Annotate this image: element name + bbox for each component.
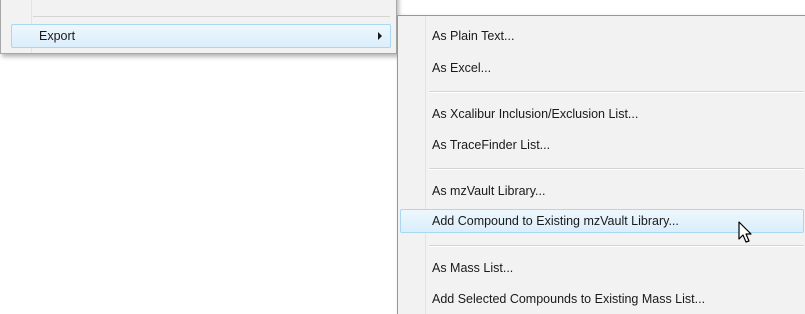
menu-item-as-plain-text[interactable]: As Plain Text...	[400, 24, 804, 48]
menu-item-label: Add Compound to Existing mzVault Library…	[432, 214, 679, 228]
context-menu: Export	[0, 0, 397, 54]
menu-item-label: As Excel...	[432, 61, 492, 75]
menu-item-label: As Plain Text...	[432, 29, 515, 43]
menu-item-as-tracefinder-list[interactable]: As TraceFinder List...	[400, 133, 804, 157]
chevron-right-icon	[378, 32, 382, 40]
menu-item-label: As Mass List...	[432, 261, 514, 275]
menu-separator	[33, 16, 390, 17]
menu-item-as-excel[interactable]: As Excel...	[400, 56, 804, 80]
menu-item-export[interactable]: Export	[11, 24, 391, 48]
menu-item-label: As mzVault Library...	[432, 184, 546, 198]
menu-item-label: As TraceFinder List...	[432, 138, 551, 152]
export-submenu: As Plain Text... As Excel... As Xcalibur…	[397, 15, 805, 314]
screen: Export As Plain Text... As Excel... As X…	[0, 0, 805, 314]
menu-item-add-compound-to-mzvault[interactable]: Add Compound to Existing mzVault Library…	[400, 209, 804, 233]
menu-separator	[429, 91, 804, 93]
menu-item-as-mzvault-library[interactable]: As mzVault Library...	[400, 179, 804, 203]
menu-item-add-to-mass-list[interactable]: Add Selected Compounds to Existing Mass …	[400, 287, 804, 311]
menu-item-label: Add Selected Compounds to Existing Mass …	[432, 292, 706, 306]
menu-separator	[429, 245, 804, 247]
menu-item-as-mass-list[interactable]: As Mass List...	[400, 256, 804, 280]
menu-item-label: Export	[39, 29, 76, 43]
menu-separator	[429, 168, 804, 170]
menu-item-as-xcalibur-list[interactable]: As Xcalibur Inclusion/Exclusion List...	[400, 102, 804, 126]
menu-item-label: As Xcalibur Inclusion/Exclusion List...	[432, 107, 639, 121]
